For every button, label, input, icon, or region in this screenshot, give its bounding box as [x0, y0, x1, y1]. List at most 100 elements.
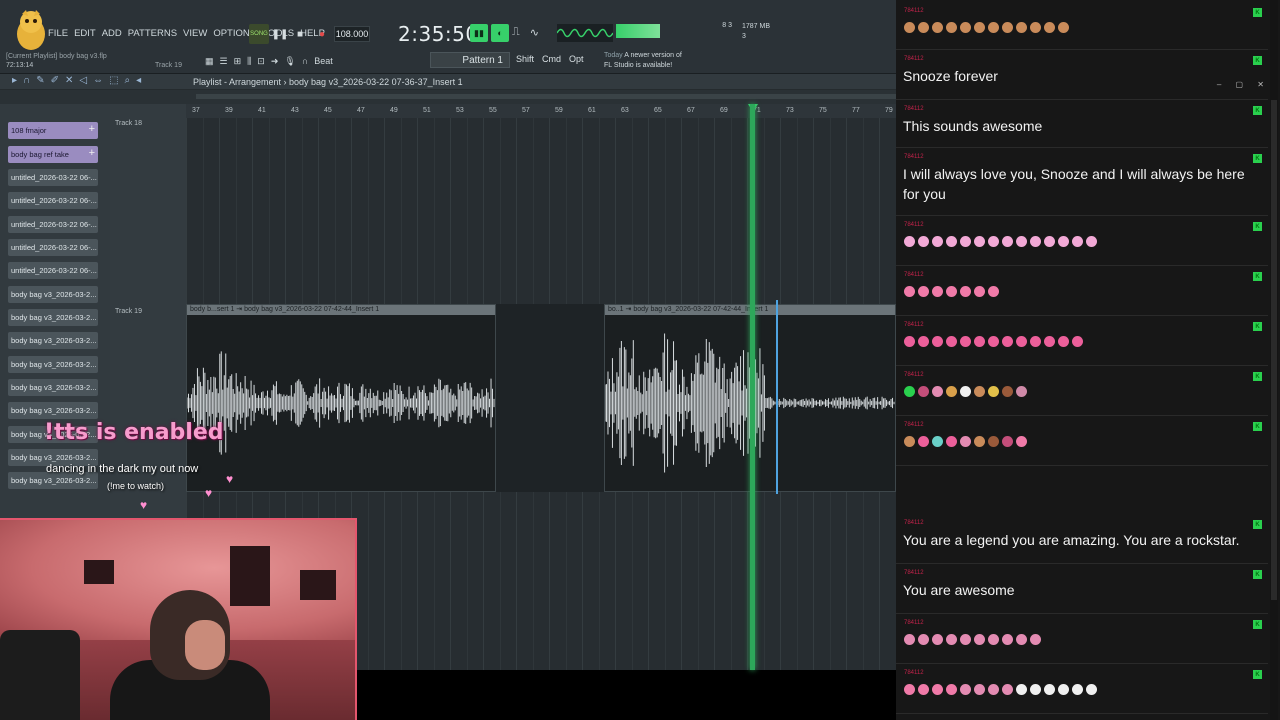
picker-item[interactable]: untitled_2026-03-22 06-...: [8, 192, 98, 209]
edit-cursor[interactable]: [776, 300, 778, 494]
emote-icon: [960, 22, 971, 33]
picker-item[interactable]: untitled_2026-03-22 06-...: [8, 239, 98, 256]
picker-item[interactable]: body bag v3_2026-03-2...: [8, 379, 98, 396]
picker-item[interactable]: body bag v3_2026-03-2...: [8, 402, 98, 419]
menu-patterns[interactable]: PATTERNS: [128, 28, 177, 39]
chat-username[interactable]: 784112: [904, 520, 924, 526]
chat-username[interactable]: 784112: [904, 106, 924, 112]
emote-icon: [1002, 386, 1013, 397]
zoom-icon[interactable]: ⌕: [125, 75, 131, 86]
cmd-key[interactable]: Cmd: [542, 54, 561, 64]
browser-icon[interactable]: ⊞: [234, 56, 242, 67]
metronome-icon[interactable]: ▮▮: [470, 24, 488, 42]
draw-icon[interactable]: ✎: [36, 75, 44, 86]
picker-item[interactable]: body bag v3_2026-03-2...: [8, 356, 98, 373]
paint-icon[interactable]: ✐: [51, 75, 59, 86]
snap-icon[interactable]: ∩: [23, 75, 30, 86]
timeline-ruler[interactable]: 37 39 41 43 45 47 49 51 53 55 57 59 61 6…: [186, 104, 896, 118]
track-name[interactable]: Track 18: [115, 120, 142, 127]
news-panel[interactable]: Today A newer version of FL Studio is av…: [604, 51, 682, 71]
ruler-tick: 47: [357, 107, 365, 114]
ruler-tick: 43: [291, 107, 299, 114]
pattern-selector[interactable]: Pattern 1: [430, 52, 510, 68]
mute-icon[interactable]: ◁: [79, 75, 87, 86]
menu-view[interactable]: VIEW: [183, 28, 207, 39]
channel-rack-icon[interactable]: ⊡: [257, 56, 265, 67]
clip-title[interactable]: body b...sert 1 ⇥ body bag v3_2026-03-22…: [187, 305, 495, 315]
mic-icon[interactable]: 🎙: [284, 56, 295, 67]
chat-username[interactable]: 784112: [904, 570, 924, 576]
emote-icon: [932, 22, 943, 33]
slip-icon[interactable]: ⇔: [93, 75, 103, 86]
emote-icon: [932, 336, 943, 347]
chat-scrollbar[interactable]: [1270, 0, 1278, 720]
snap-selector[interactable]: Beat: [314, 56, 333, 66]
chat-username[interactable]: 784112: [904, 372, 924, 378]
chat-username[interactable]: 784112: [904, 422, 924, 428]
chat-text: I will always love you, Snooze and I wil…: [903, 166, 1245, 202]
emote-icon: [918, 336, 929, 347]
magnet-icon[interactable]: ∩: [302, 56, 308, 66]
picker-item[interactable]: body bag v3_2026-03-2...: [8, 309, 98, 326]
chat-username[interactable]: 784112: [904, 222, 924, 228]
play-icon[interactable]: ▸: [12, 75, 17, 86]
chat-username[interactable]: 784112: [904, 154, 924, 160]
chat-text: You are a legend you are amazing. You ar…: [903, 532, 1240, 548]
midi-icon[interactable]: ⎍: [512, 26, 520, 39]
cpu-meter: [616, 24, 660, 38]
menu-file[interactable]: FILE: [48, 28, 68, 39]
playlist-scrollbar[interactable]: [0, 90, 896, 104]
chat-username[interactable]: 784112: [904, 8, 924, 14]
opt-key[interactable]: Opt: [569, 54, 584, 64]
menu-add[interactable]: ADD: [102, 28, 122, 39]
emote-row: [904, 22, 1069, 33]
chat-message: 784112 K: [896, 4, 1268, 50]
emote-row: [904, 436, 1027, 447]
emote-icon: [960, 236, 971, 247]
emote-icon: [974, 286, 985, 297]
chat-username[interactable]: 784112: [904, 322, 924, 328]
record-icon[interactable]: ●: [314, 26, 330, 42]
playhead[interactable]: [750, 104, 755, 670]
song-time-display[interactable]: 2:35:50: [398, 22, 479, 46]
mixer-icon[interactable]: ⫼: [247, 56, 251, 67]
picker-item[interactable]: untitled_2026-03-22 06-...: [8, 216, 98, 233]
stop-icon[interactable]: ■: [292, 26, 308, 42]
emote-icon: [974, 236, 985, 247]
chat-username[interactable]: 784112: [904, 670, 924, 676]
pianoroll-icon[interactable]: ☰: [220, 56, 228, 67]
menu-edit[interactable]: EDIT: [74, 28, 96, 39]
ruler-tick: 37: [192, 107, 200, 114]
chat-message: 784112 K: [896, 616, 1268, 664]
add-icon[interactable]: +: [89, 123, 95, 135]
add-icon[interactable]: +: [89, 147, 95, 159]
chat-username[interactable]: 784112: [904, 56, 924, 62]
pause-icon[interactable]: ❚❚: [272, 26, 289, 42]
memory-readout: 1787 MB 3: [742, 23, 771, 40]
shift-key[interactable]: Shift: [516, 54, 534, 64]
track-name[interactable]: Track 19: [115, 308, 142, 315]
chat-username[interactable]: 784112: [904, 272, 924, 278]
select-icon[interactable]: ⬚: [109, 75, 118, 86]
picker-item[interactable]: untitled_2026-03-22 06-...: [8, 169, 98, 186]
delete-icon[interactable]: ✕: [65, 75, 73, 86]
picker-item[interactable]: body bag v3_2026-03-2...: [8, 332, 98, 349]
emote-icon: [932, 684, 943, 695]
picker-item[interactable]: body bag ref take +: [8, 146, 98, 163]
song-mode-toggle[interactable]: SONG: [249, 24, 269, 44]
chat-username[interactable]: 784112: [904, 620, 924, 626]
picker-item[interactable]: untitled_2026-03-22 06-...: [8, 262, 98, 279]
wait-input-icon[interactable]: ◐: [491, 24, 509, 42]
picker-item[interactable]: body bag v3_2026-03-2...: [8, 286, 98, 303]
ruler-tick: 79: [885, 107, 893, 114]
tempo-display[interactable]: 108.000: [334, 26, 370, 42]
playlist-titlebar: ▸ ∩ ✎ ✐ ✕ ◁ ⇔ ⬚ ⌕ ◂ Playlist - Arrangeme…: [0, 74, 896, 90]
audio-clip[interactable]: body b...sert 1 ⇥ body bag v3_2026-03-22…: [186, 304, 496, 492]
emote-icon: [1044, 236, 1055, 247]
playlist-icon[interactable]: ▦: [205, 56, 214, 67]
speaker-icon[interactable]: ◂: [136, 75, 141, 86]
emote-icon: [946, 236, 957, 247]
picker-item[interactable]: 108 fmajor +: [8, 122, 98, 139]
wave-icon[interactable]: ∿: [530, 26, 539, 39]
arrow-icon[interactable]: ➜: [271, 56, 279, 67]
